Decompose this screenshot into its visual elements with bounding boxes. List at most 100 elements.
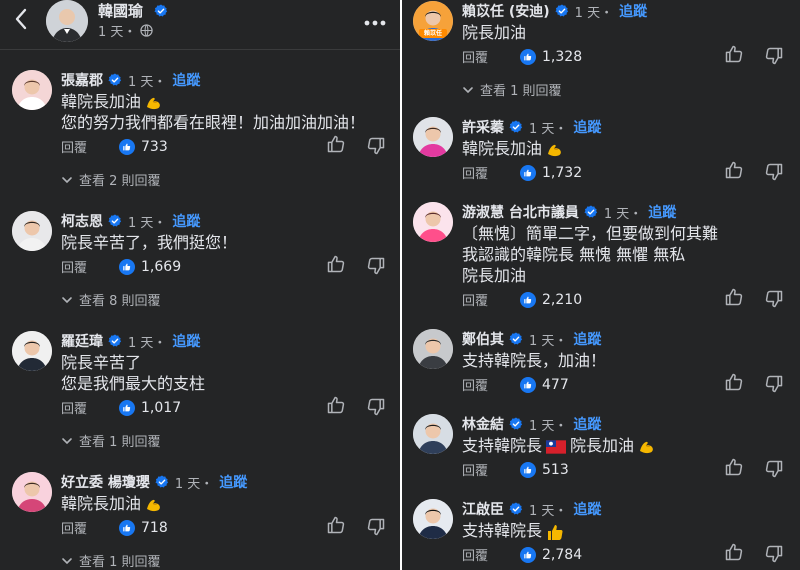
follow-button[interactable]: 追蹤 xyxy=(172,211,200,231)
post-header: 韓國瑜 1 天・ xyxy=(0,0,400,50)
thumbs-up-icon[interactable] xyxy=(724,457,744,477)
back-button[interactable] xyxy=(14,6,34,32)
thumbs-up-icon xyxy=(122,262,132,272)
verified-badge-icon xyxy=(108,73,122,87)
reply-button[interactable]: 回覆 xyxy=(61,137,87,156)
commenter-avatar[interactable] xyxy=(413,117,453,157)
author-name-row: 韓國瑜 xyxy=(98,0,168,21)
thumbs-up-icon[interactable] xyxy=(724,372,744,392)
follow-button[interactable]: 追蹤 xyxy=(573,499,601,519)
follow-button[interactable]: 追蹤 xyxy=(573,117,601,137)
view-replies-button[interactable]: 查看 1 則回覆 xyxy=(462,80,562,99)
view-replies-button[interactable]: 查看 1 則回覆 xyxy=(61,431,161,450)
thumbs-up-icon[interactable] xyxy=(326,395,346,415)
reply-button[interactable]: 回覆 xyxy=(462,47,488,66)
like-count[interactable]: 733 xyxy=(141,139,168,155)
comment-header: 許采蓁 1 天・ 追蹤 xyxy=(462,117,601,137)
flexed-biceps-icon xyxy=(637,437,657,457)
thumbs-down-icon[interactable] xyxy=(764,459,784,479)
thumbs-down-icon[interactable] xyxy=(764,46,784,66)
reply-button[interactable]: 回覆 xyxy=(61,398,87,417)
like-count[interactable]: 477 xyxy=(542,377,569,393)
commenter-avatar[interactable] xyxy=(12,211,52,251)
commenter-name[interactable]: 鄭伯其 xyxy=(462,329,504,349)
commenter-name[interactable]: 好立委 楊瓊瓔 xyxy=(61,472,150,492)
commenter-avatar[interactable]: 賴苡任 xyxy=(413,1,453,41)
commenter-avatar[interactable] xyxy=(413,499,453,539)
commenter-name[interactable]: 賴苡任 (安迪) xyxy=(462,1,550,21)
thumbs-up-icon[interactable] xyxy=(326,254,346,274)
reply-button[interactable]: 回覆 xyxy=(462,460,488,479)
commenter-name[interactable]: 柯志恩 xyxy=(61,211,103,231)
thumbs-down-icon[interactable] xyxy=(764,162,784,182)
follow-button[interactable]: 追蹤 xyxy=(573,414,601,434)
view-replies-label: 查看 8 則回覆 xyxy=(79,294,161,309)
commenter-name[interactable]: 江啟臣 xyxy=(462,499,504,519)
like-count[interactable]: 1,328 xyxy=(542,49,582,65)
commenter-name[interactable]: 許采蓁 xyxy=(462,117,504,137)
commenter-avatar[interactable] xyxy=(12,331,52,371)
reply-button[interactable]: 回覆 xyxy=(61,257,87,276)
reply-button[interactable]: 回覆 xyxy=(462,163,488,182)
comment-header: 鄭伯其 1 天・ 追蹤 xyxy=(462,329,601,349)
view-replies-button[interactable]: 查看 2 則回覆 xyxy=(61,170,161,189)
thumbs-down-icon[interactable] xyxy=(366,136,386,156)
thumbs-down-icon[interactable] xyxy=(366,397,386,417)
commenter-name[interactable]: 游淑慧 台北市議員 xyxy=(462,202,579,222)
comment-text-line: 支持韓院長，加油！ xyxy=(462,351,607,370)
commenter-avatar[interactable] xyxy=(12,472,52,512)
commenter-avatar[interactable] xyxy=(413,202,453,242)
more-options-button[interactable] xyxy=(364,10,386,31)
commenter-avatar[interactable] xyxy=(413,414,453,454)
comment-text-line: 院長加油 xyxy=(462,266,527,285)
comment-text: 韓院長加油 xyxy=(61,493,164,515)
globe-icon xyxy=(140,24,154,37)
thumbs-up-icon[interactable] xyxy=(724,542,744,562)
thumbs-down-icon[interactable] xyxy=(764,374,784,394)
thumbs-down-icon[interactable] xyxy=(366,256,386,276)
thumbs-up-icon[interactable] xyxy=(724,287,744,307)
thumbs-down-icon[interactable] xyxy=(366,517,386,537)
follow-button[interactable]: 追蹤 xyxy=(172,70,200,90)
thumbs-up-emoji-icon xyxy=(545,522,565,542)
comment-time: 1 天・ xyxy=(574,5,614,21)
like-count[interactable]: 513 xyxy=(542,462,569,478)
like-count[interactable]: 2,784 xyxy=(542,547,582,563)
like-count[interactable]: 2,210 xyxy=(542,292,582,308)
follow-button[interactable]: 追蹤 xyxy=(172,331,200,351)
commenter-name[interactable]: 林金結 xyxy=(462,414,504,434)
author-name[interactable]: 韓國瑜 xyxy=(98,0,143,21)
reply-button[interactable]: 回覆 xyxy=(462,545,488,564)
commenter-avatar[interactable] xyxy=(413,329,453,369)
thumbs-down-icon[interactable] xyxy=(764,544,784,564)
commenter-name[interactable]: 羅廷瑋 xyxy=(61,331,103,351)
follow-button[interactable]: 追蹤 xyxy=(648,202,676,222)
thumbs-up-icon xyxy=(523,52,533,62)
follow-button[interactable]: 追蹤 xyxy=(573,329,601,349)
commenter-name[interactable]: 張嘉郡 xyxy=(61,70,103,90)
thumbs-up-icon[interactable] xyxy=(724,44,744,64)
thumbs-up-icon[interactable] xyxy=(326,515,346,535)
comment-text: 您的努力我們都看在眼裡！加油加油加油！ xyxy=(61,112,365,133)
reply-button[interactable]: 回覆 xyxy=(61,518,87,537)
author-avatar[interactable] xyxy=(46,0,88,42)
thumbs-up-icon xyxy=(122,523,132,533)
commenter-avatar[interactable] xyxy=(12,70,52,110)
follow-button[interactable]: 追蹤 xyxy=(619,1,647,21)
follow-button[interactable]: 追蹤 xyxy=(219,472,247,492)
like-reaction-badge xyxy=(520,546,537,563)
view-replies-button[interactable]: 查看 1 則回覆 xyxy=(61,551,161,570)
taiwan-flag-icon xyxy=(546,440,566,454)
view-replies-label: 查看 1 則回覆 xyxy=(79,435,161,450)
like-count[interactable]: 1,732 xyxy=(542,165,582,181)
reply-button[interactable]: 回覆 xyxy=(462,290,488,309)
like-count[interactable]: 1,669 xyxy=(141,259,181,275)
like-count[interactable]: 1,017 xyxy=(141,400,181,416)
view-replies-button[interactable]: 查看 8 則回覆 xyxy=(61,290,161,309)
reply-button[interactable]: 回覆 xyxy=(462,375,488,394)
thumbs-down-icon[interactable] xyxy=(764,289,784,309)
thumbs-up-icon[interactable] xyxy=(724,160,744,180)
thumbs-up-icon[interactable] xyxy=(326,134,346,154)
thumbs-up-icon xyxy=(523,168,533,178)
like-count[interactable]: 718 xyxy=(141,520,168,536)
